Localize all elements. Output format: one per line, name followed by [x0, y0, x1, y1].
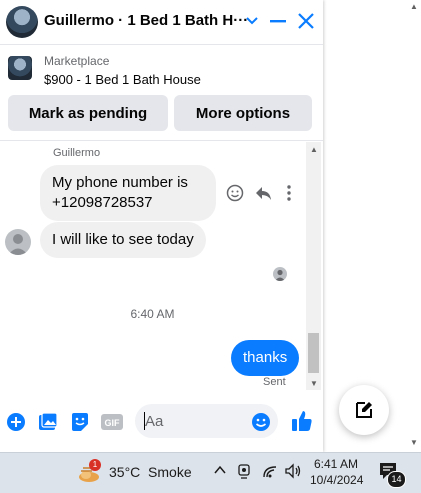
photo-icon[interactable]: [38, 412, 58, 432]
react-emoji-icon[interactable]: [226, 184, 244, 205]
weather-badge: 1: [89, 459, 101, 471]
close-icon[interactable]: [297, 11, 315, 35]
clock-date: 10/4/2024: [310, 473, 364, 487]
taskbar-clock[interactable]: 6:41 AM 10/4/2024: [310, 456, 364, 488]
emoji-icon[interactable]: [251, 412, 271, 432]
notification-count-badge: 14: [387, 471, 406, 488]
wifi-icon[interactable]: [262, 463, 278, 482]
clock-time: 6:41 AM: [313, 457, 359, 471]
add-circle-icon[interactable]: [6, 412, 26, 432]
volume-icon[interactable]: [284, 463, 302, 482]
gif-icon[interactable]: GIF: [101, 412, 123, 432]
incoming-message[interactable]: My phone number is +12098728537: [40, 165, 216, 221]
message-input-placeholder: Aa: [145, 413, 164, 430]
chevron-down-icon[interactable]: [245, 11, 259, 35]
scroll-up-arrow[interactable]: ▲: [310, 145, 318, 154]
scroll-down-arrow[interactable]: ▼: [310, 379, 318, 388]
more-vertical-icon[interactable]: [285, 184, 293, 205]
svg-text:GIF: GIF: [105, 418, 121, 428]
more-options-button[interactable]: More options: [174, 95, 312, 131]
sticker-icon[interactable]: [70, 412, 90, 432]
page-scroll-down-arrow[interactable]: ▼: [410, 438, 418, 447]
chevron-up-icon[interactable]: [213, 463, 227, 480]
seen-by-avatar: [273, 267, 287, 281]
chat-title[interactable]: Guillermo · 1 Bed 1 Bath H···: [44, 12, 248, 29]
compose-icon: [356, 402, 372, 418]
message-line: thanks: [243, 349, 288, 366]
message-line: My phone number is: [52, 174, 188, 191]
page-scroll-up-arrow[interactable]: ▲: [410, 2, 418, 11]
thumbs-up-icon[interactable]: [290, 409, 314, 433]
listing-title: $900 - 1 Bed 1 Bath House: [44, 72, 201, 87]
message-line: I will like to see today: [52, 231, 194, 248]
new-message-button[interactable]: [339, 385, 389, 435]
sender-name: Guillermo: [53, 147, 101, 159]
reply-icon[interactable]: [254, 184, 272, 205]
incoming-message[interactable]: I will like to see today: [40, 222, 206, 258]
outgoing-message[interactable]: thanks: [231, 340, 300, 376]
contact-avatar-small[interactable]: [5, 229, 31, 255]
camera-icon[interactable]: [237, 463, 251, 482]
sent-status: Sent: [263, 376, 286, 388]
contact-avatar[interactable]: [6, 6, 38, 38]
divider: [0, 140, 323, 141]
weather-text[interactable]: 35°C Smoke: [109, 464, 192, 480]
marketplace-label: Marketplace: [44, 54, 110, 68]
listing-thumbnail: [8, 56, 32, 80]
time-separator: 6:40 AM: [130, 307, 175, 321]
minimize-icon[interactable]: [269, 11, 287, 35]
chat-window: Guillermo · 1 Bed 1 Bath H··· Marketplac…: [0, 0, 323, 452]
mark-as-pending-button[interactable]: Mark as pending: [8, 95, 168, 131]
chat-header: Guillermo · 1 Bed 1 Bath H···: [0, 0, 323, 45]
scroll-thumb[interactable]: [308, 333, 319, 373]
message-line: +12098728537: [52, 194, 153, 211]
marketplace-listing[interactable]: Marketplace $900 - 1 Bed 1 Bath House: [0, 45, 323, 93]
